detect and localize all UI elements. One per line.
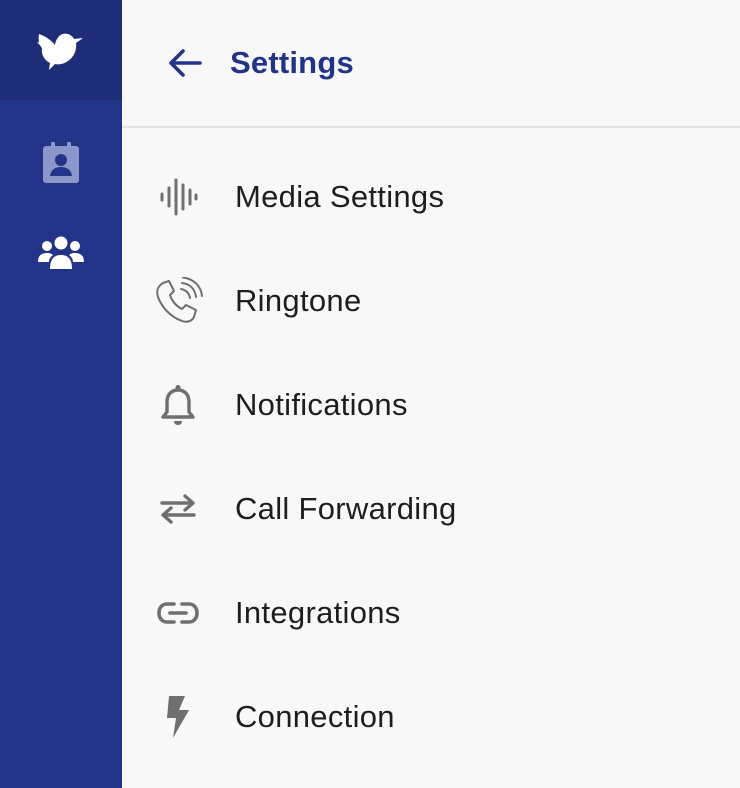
page-title: Settings: [230, 45, 354, 80]
settings-panel: Settings Media Settings Ringtone Notific…: [122, 0, 740, 788]
arrow-left-icon: [169, 49, 202, 77]
swap-arrows-icon: [152, 487, 204, 531]
menu-item-call-forwarding[interactable]: Call Forwarding: [122, 457, 740, 561]
back-button[interactable]: [166, 44, 204, 82]
sidebar: [0, 0, 122, 788]
bell-icon: [152, 383, 204, 427]
users-group-icon: [38, 236, 84, 269]
menu-item-integrations[interactable]: Integrations: [122, 561, 740, 665]
menu-item-label: Notifications: [235, 387, 408, 422]
menu-item-label: Connection: [235, 699, 395, 734]
link-icon: [152, 591, 204, 635]
audio-waveform-icon: [152, 175, 204, 219]
menu-item-notifications[interactable]: Notifications: [122, 353, 740, 457]
sidebar-item-contacts[interactable]: [0, 133, 122, 193]
phone-ringing-icon: [152, 277, 204, 323]
app-window: Settings Media Settings Ringtone Notific…: [0, 0, 740, 788]
menu-item-label: Call Forwarding: [235, 491, 457, 526]
menu-item-media-settings[interactable]: Media Settings: [122, 145, 740, 249]
menu-item-label: Ringtone: [235, 283, 362, 318]
contact-card-icon: [43, 142, 79, 183]
settings-menu: Media Settings Ringtone Notifications Ca…: [122, 145, 740, 769]
menu-item-connection[interactable]: Connection: [122, 665, 740, 769]
menu-item-ringtone[interactable]: Ringtone: [122, 249, 740, 353]
lightning-bolt-icon: [152, 695, 204, 739]
menu-item-label: Media Settings: [235, 179, 445, 214]
app-logo[interactable]: [0, 0, 122, 100]
sidebar-item-team[interactable]: [0, 224, 122, 284]
menu-item-label: Integrations: [235, 595, 401, 630]
settings-header: Settings: [122, 0, 740, 128]
bird-logo-icon: [37, 33, 83, 70]
